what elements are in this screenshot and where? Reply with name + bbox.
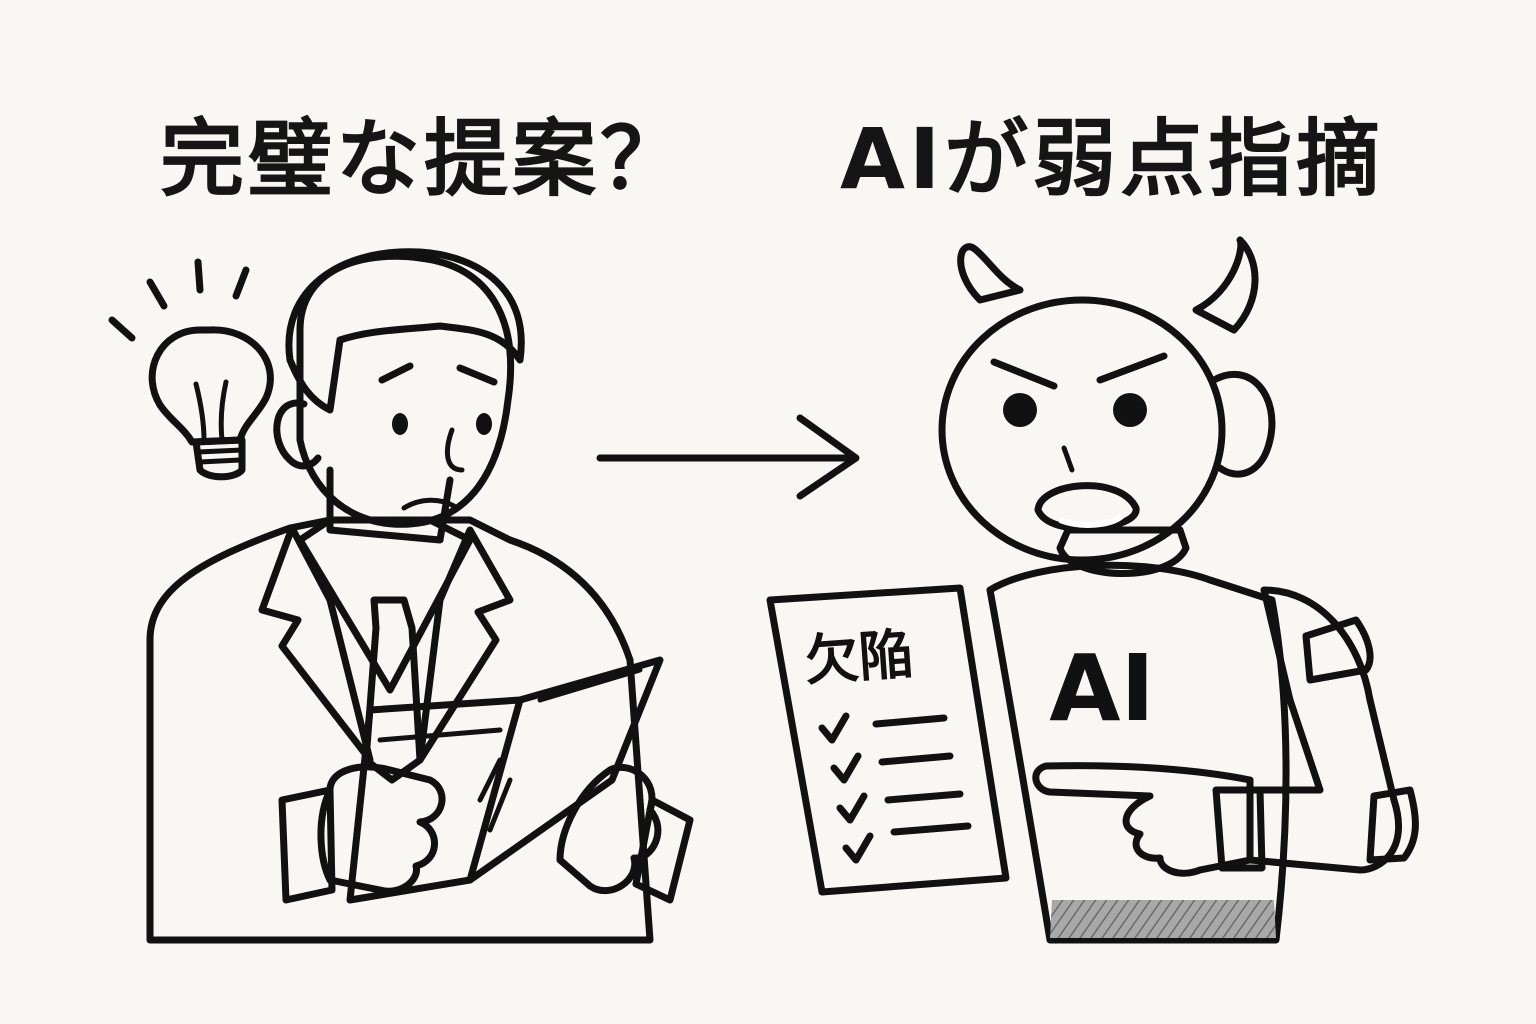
businessman [146,248,694,944]
lightbulb-icon [108,258,274,481]
document-heading: 欠陥 [803,622,915,692]
arrow-right-icon [596,414,860,500]
robot-chest-label: AI [1049,635,1154,742]
robot [938,236,1419,944]
checkmark-icon [818,712,874,864]
illustration: AI 欠陥 [108,236,1419,944]
